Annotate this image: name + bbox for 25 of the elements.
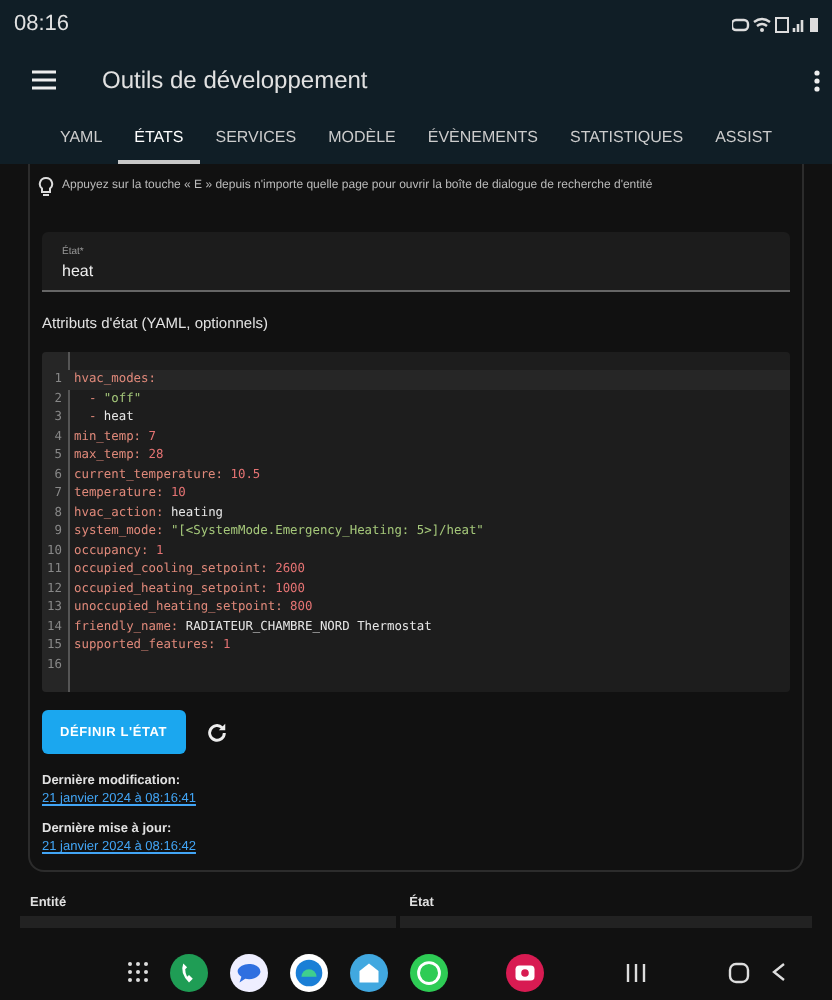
chat-app-icon[interactable] bbox=[409, 953, 447, 991]
recent-apps-icon[interactable] bbox=[625, 963, 645, 981]
tab[interactable]: STATISTIQUES bbox=[553, 112, 700, 164]
menu-icon[interactable] bbox=[32, 70, 56, 90]
lightbulb-icon bbox=[38, 175, 54, 197]
home-icon[interactable] bbox=[727, 961, 749, 983]
back-icon[interactable] bbox=[771, 962, 785, 982]
tab[interactable]: ASSIST bbox=[699, 112, 789, 164]
home-app-icon[interactable] bbox=[349, 953, 387, 991]
tab[interactable]: ÉTATS bbox=[118, 112, 200, 164]
more-options-icon[interactable] bbox=[814, 69, 820, 91]
status-icons bbox=[732, 15, 820, 33]
tab[interactable]: MODÈLE bbox=[312, 112, 412, 164]
status-time: 08:16 bbox=[14, 12, 70, 36]
app-title: Outils de développement bbox=[102, 66, 370, 94]
app-drawer-icon[interactable] bbox=[127, 962, 147, 982]
camera-app-icon[interactable] bbox=[505, 953, 543, 991]
refresh-icon[interactable] bbox=[205, 721, 228, 743]
browser-app-icon[interactable] bbox=[289, 953, 327, 991]
tab[interactable]: SERVICES bbox=[199, 112, 313, 164]
messages-app-icon[interactable] bbox=[229, 953, 267, 991]
phone-app-icon[interactable] bbox=[169, 953, 207, 991]
tab[interactable]: ÉVÈNEMENTS bbox=[411, 112, 554, 164]
code-editor[interactable] bbox=[42, 352, 790, 692]
tab[interactable]: YAML bbox=[43, 112, 119, 164]
